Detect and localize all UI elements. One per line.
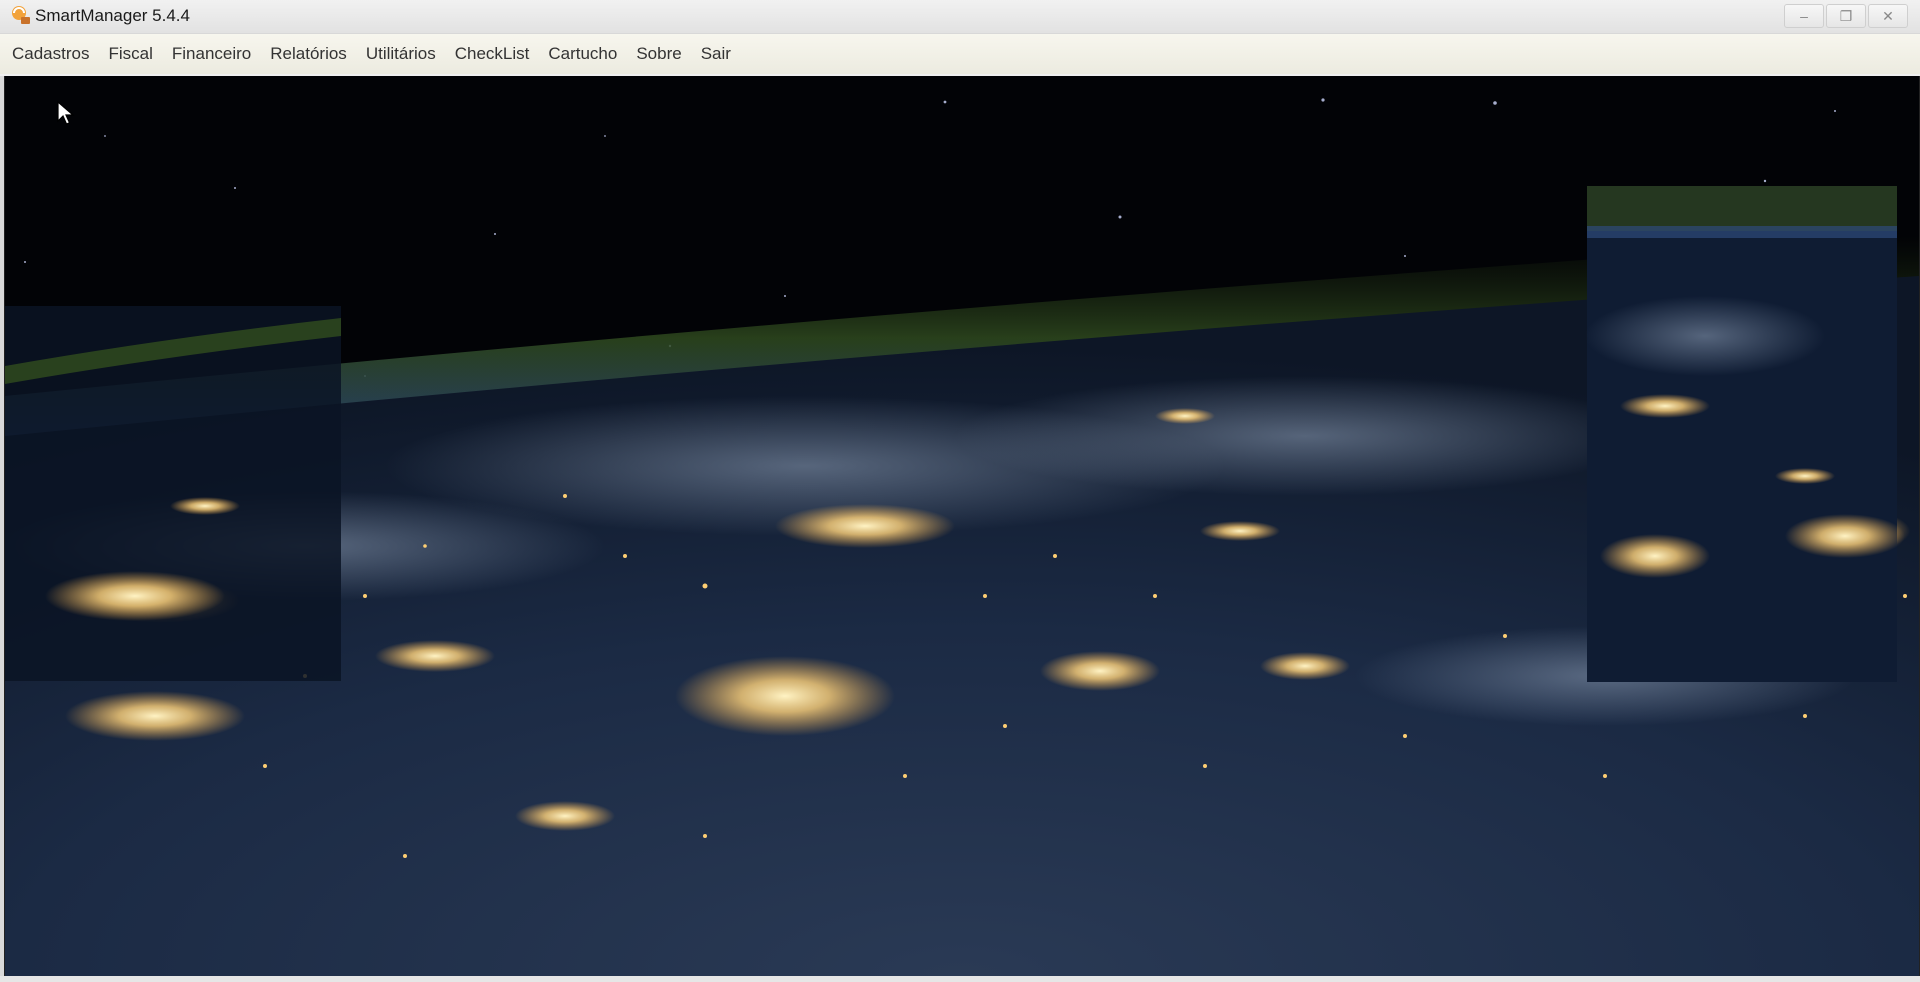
window-title: SmartManager 5.4.4 <box>35 6 190 25</box>
menu-cartucho[interactable]: Cartucho <box>538 34 627 74</box>
menu-financeiro[interactable]: Financeiro <box>162 34 261 74</box>
title-bar[interactable]: SmartManager 5.4.4 – ❐ ✕ <box>0 0 1920 34</box>
menu-utilitarios[interactable]: Utilitários <box>356 34 446 74</box>
menu-cadastros[interactable]: Cadastros <box>0 34 99 74</box>
menu-sobre[interactable]: Sobre <box>626 34 691 74</box>
smartmanager-app-icon <box>12 6 30 24</box>
minimize-button[interactable]: – <box>1784 4 1824 28</box>
maximize-button[interactable]: ❐ <box>1826 4 1866 28</box>
earth-night-wallpaper <box>4 76 1920 978</box>
menu-sair[interactable]: Sair <box>691 34 741 74</box>
close-button[interactable]: ✕ <box>1868 4 1908 28</box>
arrow-cursor-icon <box>57 101 75 125</box>
menu-fiscal[interactable]: Fiscal <box>98 34 162 74</box>
app-window: SmartManager 5.4.4 – ❐ ✕ Cadastros Fisca… <box>0 0 1920 982</box>
menu-bar: Cadastros Fiscal Financeiro Relatórios U… <box>0 34 1920 74</box>
window-controls: – ❐ ✕ <box>1784 4 1908 28</box>
window-bottom-border <box>0 976 1920 982</box>
menu-checklist[interactable]: CheckList <box>445 34 540 74</box>
earth-night-image <box>5 76 1919 978</box>
menu-relatorios[interactable]: Relatórios <box>260 34 357 74</box>
